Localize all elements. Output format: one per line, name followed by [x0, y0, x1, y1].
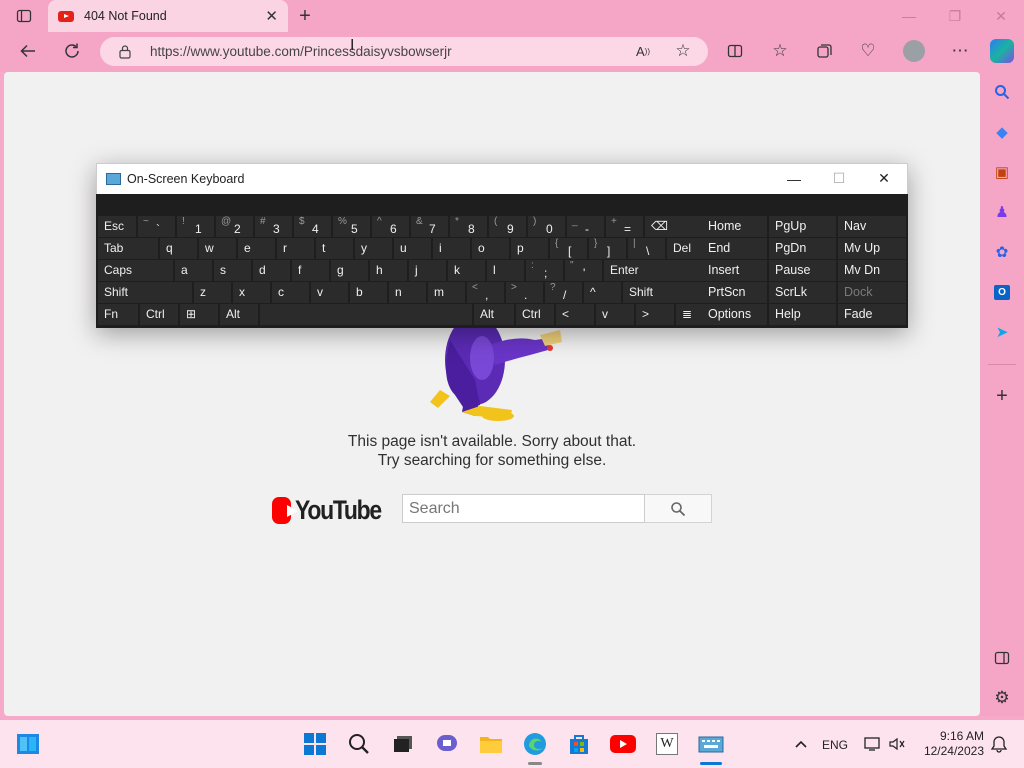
close-window-icon[interactable]: ✕: [978, 0, 1024, 32]
youtube-wordmark: YouTube: [295, 494, 382, 525]
tab-actions-icon[interactable]: [9, 1, 39, 31]
clock-time: 9:16 AM: [939, 729, 984, 743]
error-message-line1: This page isn't available. Sorry about t…: [347, 433, 637, 450]
teams-chat-icon[interactable]: [432, 729, 462, 759]
minimize-window-icon[interactable]: —: [886, 0, 932, 32]
youtube-logo[interactable]: YouTube: [272, 495, 396, 525]
notifications-icon[interactable]: [984, 729, 1014, 759]
mascot-illustration: [430, 320, 562, 421]
osk-close-icon[interactable]: ✕: [862, 163, 906, 194]
sidebar-add-icon[interactable]: +: [992, 385, 1012, 407]
sidebar-outlook-icon[interactable]: O: [992, 282, 1012, 302]
collections-icon[interactable]: [809, 36, 839, 66]
lock-icon[interactable]: [118, 44, 132, 64]
file-explorer-icon[interactable]: [476, 729, 506, 759]
sidebar-shopping-icon[interactable]: ◆: [992, 122, 1012, 142]
restore-window-icon[interactable]: ❐: [932, 0, 978, 32]
youtube-app-icon[interactable]: [608, 729, 638, 759]
osk-title: On-Screen Keyboard: [127, 172, 245, 186]
read-aloud-icon[interactable]: A)): [628, 36, 658, 66]
on-screen-keyboard-taskbar-icon[interactable]: [696, 729, 726, 759]
sidebar-drop-icon[interactable]: ➤: [992, 322, 1012, 342]
settings-more-icon[interactable]: ⋯: [945, 36, 975, 66]
edge-browser-icon[interactable]: [520, 729, 550, 759]
widgets-icon[interactable]: [13, 729, 43, 759]
start-windows-icon[interactable]: [300, 729, 330, 759]
copilot-icon[interactable]: [990, 39, 1014, 63]
clock[interactable]: 9:16 AM 12/24/2023: [912, 729, 984, 759]
favorite-star-icon[interactable]: ☆: [668, 36, 698, 66]
osk-minimize-icon[interactable]: —: [772, 163, 816, 194]
search-icon[interactable]: [344, 729, 374, 759]
youtube-search-button[interactable]: [645, 494, 712, 523]
tab-close-icon[interactable]: ✕: [265, 7, 278, 25]
show-hidden-icons-chevron-icon[interactable]: [786, 729, 816, 759]
text-cursor-icon: I: [350, 37, 355, 54]
search-icon: [671, 501, 686, 516]
favorites-icon[interactable]: ☆: [765, 36, 795, 66]
error-message-line2: Try searching for something else.: [377, 452, 607, 469]
osk-maximize-icon[interactable]: ☐: [817, 163, 861, 194]
sidebar-games-icon[interactable]: ♟: [992, 202, 1012, 222]
browser-essentials-icon[interactable]: ♡: [853, 36, 883, 66]
volume-muted-icon[interactable]: [882, 729, 912, 759]
microsoft-store-icon[interactable]: [564, 729, 594, 759]
url-text[interactable]: https://www.youtube.com/Princessdaisyvsb…: [150, 44, 452, 59]
back-icon[interactable]: [13, 36, 43, 66]
osk-active-indicator: [700, 762, 722, 765]
task-view-icon[interactable]: [388, 729, 418, 759]
keyboard-app-icon: [106, 173, 121, 185]
youtube-play-icon: [272, 496, 299, 524]
language-indicator[interactable]: ENG: [822, 738, 848, 752]
sidebar-hide-icon[interactable]: [992, 648, 1012, 668]
youtube-favicon-icon: [58, 10, 74, 22]
tab-title: 404 Not Found: [84, 9, 167, 23]
edge-running-indicator: [528, 762, 542, 765]
refresh-icon[interactable]: [57, 36, 87, 66]
browser-tab[interactable]: 404 Not Found ✕: [48, 0, 288, 32]
youtube-search-input[interactable]: [402, 494, 645, 523]
new-tab-button[interactable]: +: [290, 1, 320, 31]
clock-date: 12/24/2023: [923, 744, 984, 758]
wikipedia-app-icon[interactable]: W: [652, 729, 682, 759]
split-screen-icon[interactable]: [720, 36, 750, 66]
sidebar-divider: [988, 364, 1016, 365]
profile-avatar[interactable]: [903, 40, 925, 62]
sidebar-tools-icon[interactable]: ▣: [992, 162, 1012, 182]
sidebar-m365-icon[interactable]: ✿: [992, 242, 1012, 262]
sidebar-settings-gear-icon[interactable]: ⚙: [992, 688, 1012, 708]
sidebar-search-icon[interactable]: [992, 82, 1012, 102]
